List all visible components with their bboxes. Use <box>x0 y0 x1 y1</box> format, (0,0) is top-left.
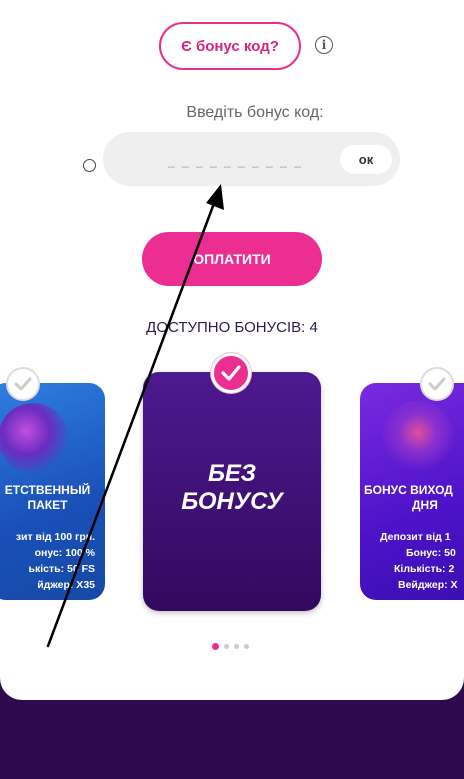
card-detail-bonus: онус: 100 % <box>34 547 95 559</box>
card-title: ЕТСТВЕННЫЙ ПАКЕТ <box>0 483 105 513</box>
card-title-line: ДНЯ <box>412 498 438 512</box>
pagination-dot[interactable] <box>234 644 239 649</box>
pay-button[interactable]: ОПЛАТИТИ <box>142 232 322 286</box>
pagination-dot[interactable] <box>244 644 249 649</box>
bonus-code-radio[interactable] <box>83 159 96 172</box>
info-icon[interactable]: i <box>315 36 333 54</box>
bonus-code-placeholder: _ _ _ _ _ _ _ _ _ _ <box>168 154 303 168</box>
card-details: Депозит від 1 Бонус: 50 Кількість: 2 Вей… <box>380 529 458 593</box>
ok-button[interactable]: ок <box>340 145 392 174</box>
card-select-check[interactable] <box>6 367 40 401</box>
card-art-image <box>0 403 68 473</box>
card-title-line: ЕТСТВЕННЫЙ <box>4 483 91 497</box>
carousel-pagination <box>212 643 249 650</box>
card-selected-check[interactable] <box>211 353 251 393</box>
bonus-code-label: Введіть бонус код: <box>186 104 324 121</box>
card-title-line: ПАКЕТ <box>27 498 68 512</box>
bonus-panel: Є бонус код? i Введіть бонус код: _ _ _ … <box>0 0 464 700</box>
card-detail-bonus: Бонус: 50 <box>406 547 456 559</box>
card-detail-wager: Вейджер: X <box>398 579 458 591</box>
card-title: БОНУС ВИХОД ДНЯ <box>364 483 464 513</box>
check-icon <box>428 377 446 391</box>
bonus-card-weekend[interactable]: БОНУС ВИХОД ДНЯ Депозит від 1 Бонус: 50 … <box>360 383 464 600</box>
card-detail-count: Кількість: 2 <box>394 563 455 575</box>
pagination-dot[interactable] <box>224 644 229 649</box>
card-title-line: БЕЗ <box>207 460 257 487</box>
card-title-line: БОНУС ВИХОД <box>364 483 453 497</box>
card-detail-deposit: зит від 100 грн. <box>15 531 95 543</box>
bonus-card-no-bonus[interactable]: БЕЗ БОНУСУ <box>143 372 321 611</box>
card-detail-wager: йджер: X35 <box>37 579 95 591</box>
card-title: БЕЗ БОНУСУ <box>143 460 321 516</box>
available-bonuses-heading: ДОСТУПНО БОНУСІВ: 4 <box>146 319 318 336</box>
card-art-image <box>382 401 454 471</box>
bonus-card-welcome-pack[interactable]: ЕТСТВЕННЫЙ ПАКЕТ зит від 100 грн. онус: … <box>0 383 105 600</box>
card-title-line: БОНУСУ <box>181 488 283 515</box>
card-select-check[interactable] <box>420 367 454 401</box>
bonus-code-input[interactable]: _ _ _ _ _ _ _ _ _ _ ок <box>103 132 400 186</box>
pagination-dot[interactable] <box>212 643 219 650</box>
card-detail-count: ькість: 50 FS <box>28 563 96 575</box>
check-icon <box>14 377 32 391</box>
card-details: зит від 100 грн. онус: 100 % ькість: 50 … <box>0 529 95 593</box>
have-bonus-code-button[interactable]: Є бонус код? <box>159 22 301 70</box>
check-icon <box>221 365 241 381</box>
card-detail-deposit: Депозит від 1 <box>380 531 451 543</box>
